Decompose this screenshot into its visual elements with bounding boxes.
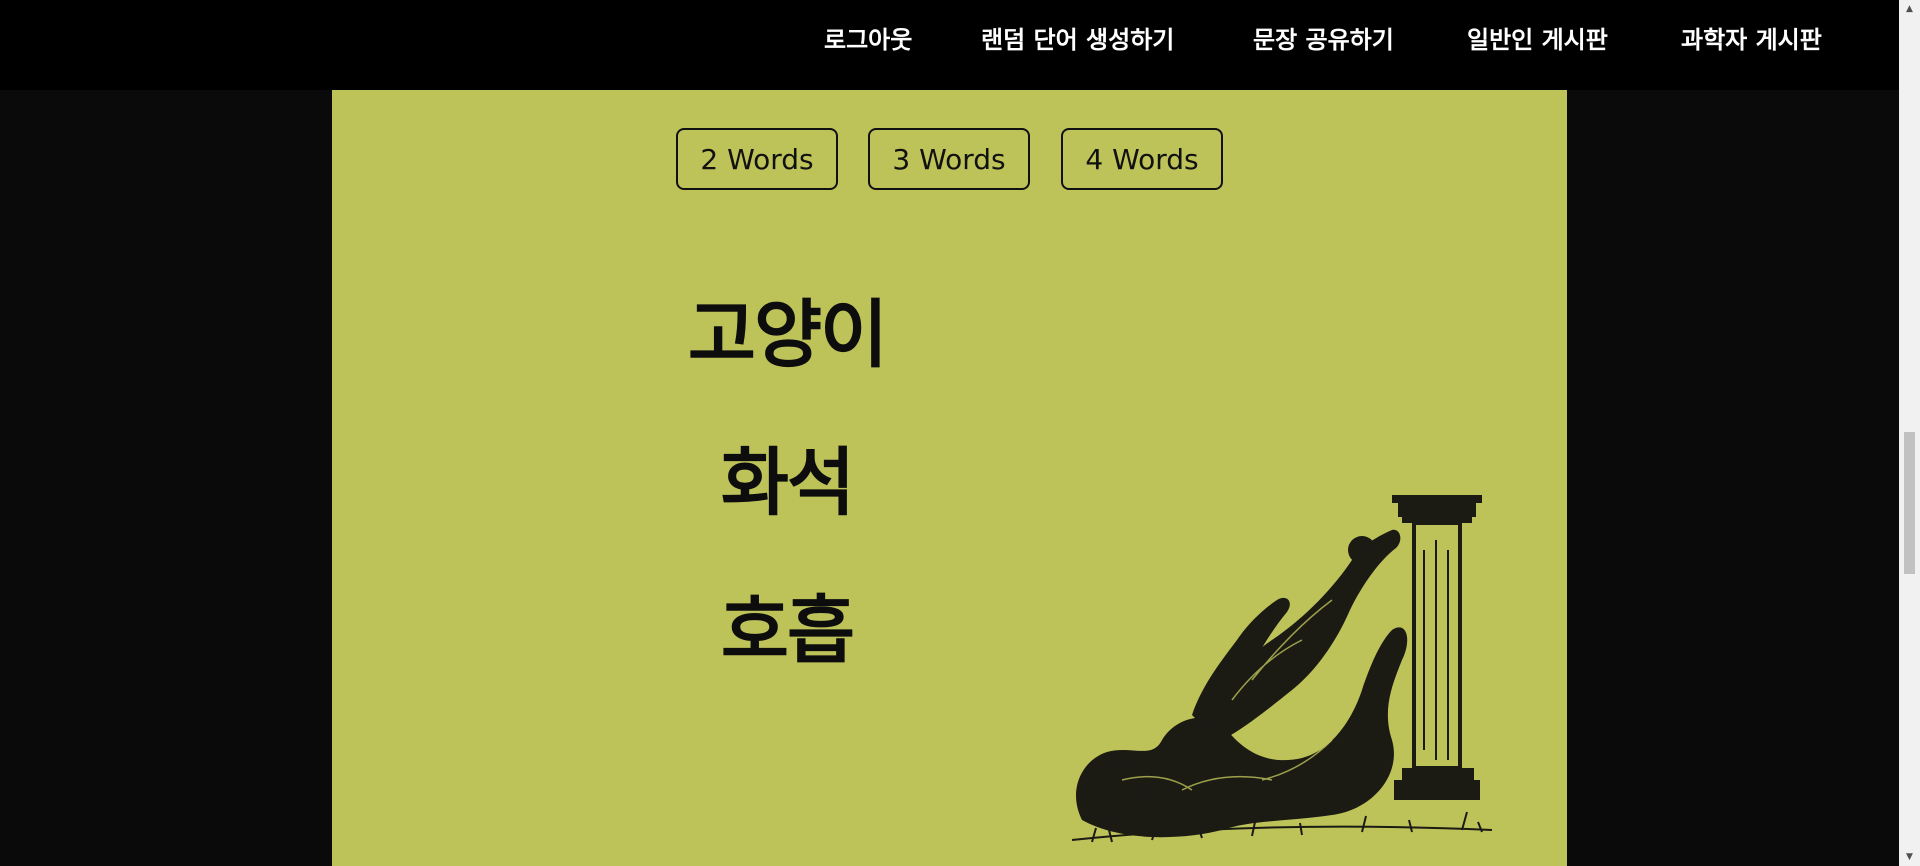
word-generator-panel: 2 Words 3 Words 4 Words 고양이 화석 호흡: [332, 90, 1567, 866]
two-words-button[interactable]: 2 Words: [676, 128, 838, 190]
nav-logout-link[interactable]: 로그아웃: [824, 22, 912, 58]
vertical-scrollbar[interactable]: ▲ ▼: [1899, 0, 1920, 866]
four-words-button[interactable]: 4 Words: [1061, 128, 1223, 190]
figure-with-column-illustration: [1071, 495, 1493, 843]
generated-word-2: 화석: [720, 440, 855, 526]
scroll-up-arrow-icon[interactable]: ▲: [1904, 4, 1915, 14]
generated-word-1: 고양이: [687, 292, 888, 378]
generated-word-3: 호흡: [720, 588, 855, 674]
scrollbar-thumb[interactable]: [1904, 432, 1915, 574]
nav-scientist-board-link[interactable]: 과학자 게시판: [1681, 22, 1822, 58]
three-words-button[interactable]: 3 Words: [868, 128, 1030, 190]
scroll-down-arrow-icon[interactable]: ▼: [1904, 852, 1915, 862]
nav-random-words-link[interactable]: 랜덤 단어 생성하기: [981, 22, 1174, 58]
nav-share-sentence-link[interactable]: 문장 공유하기: [1253, 22, 1394, 58]
nav-public-board-link[interactable]: 일반인 게시판: [1467, 22, 1608, 58]
top-navbar: 로그아웃 랜덤 단어 생성하기 문장 공유하기 일반인 게시판 과학자 게시판: [0, 0, 1899, 90]
